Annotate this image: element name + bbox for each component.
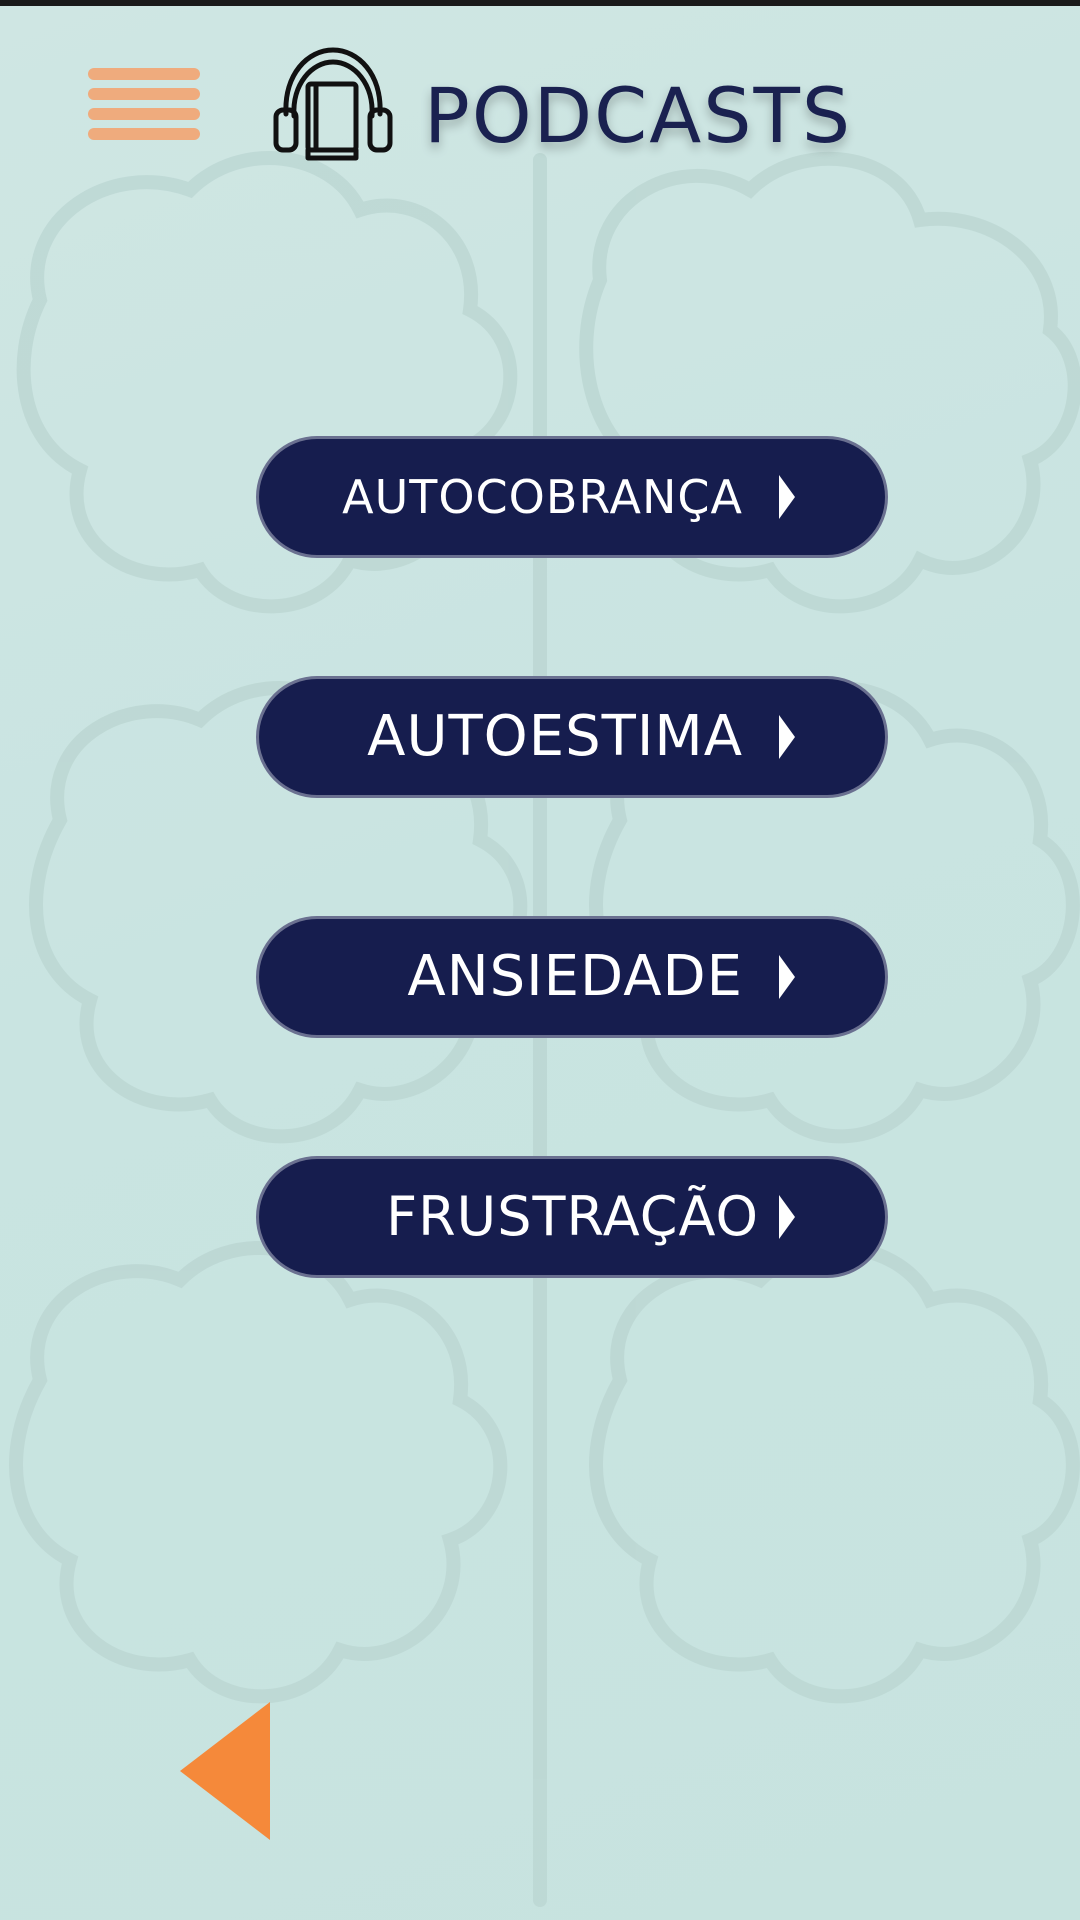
page-title: PODCASTS (424, 71, 853, 160)
topic-label: ANSIEDADE (407, 944, 743, 1009)
chevron-right-icon (779, 955, 795, 999)
menu-bar (88, 68, 200, 80)
menu-bar (88, 108, 200, 120)
topic-label: AUTOESTIMA (367, 704, 743, 769)
headphones-book-icon (273, 47, 393, 161)
back-arrow-icon[interactable] (178, 1700, 272, 1842)
topic-button-autocobranca[interactable]: AUTOCOBRANÇA (256, 436, 888, 558)
menu-bar (88, 88, 200, 100)
topic-button-autoestima[interactable]: AUTOESTIMA (256, 676, 888, 798)
topic-button-frustracao[interactable]: FRUSTRAÇÃO (256, 1156, 888, 1278)
hamburger-menu-icon[interactable] (88, 66, 200, 142)
menu-bar (88, 128, 200, 140)
topic-button-ansiedade[interactable]: ANSIEDADE (256, 916, 888, 1038)
top-edge-line (0, 0, 1080, 6)
topic-label: AUTOCOBRANÇA (342, 470, 743, 524)
chevron-right-icon (779, 475, 795, 519)
topic-label: FRUSTRAÇÃO (386, 1185, 759, 1248)
chevron-right-icon (779, 715, 795, 759)
chevron-right-icon (779, 1195, 795, 1239)
